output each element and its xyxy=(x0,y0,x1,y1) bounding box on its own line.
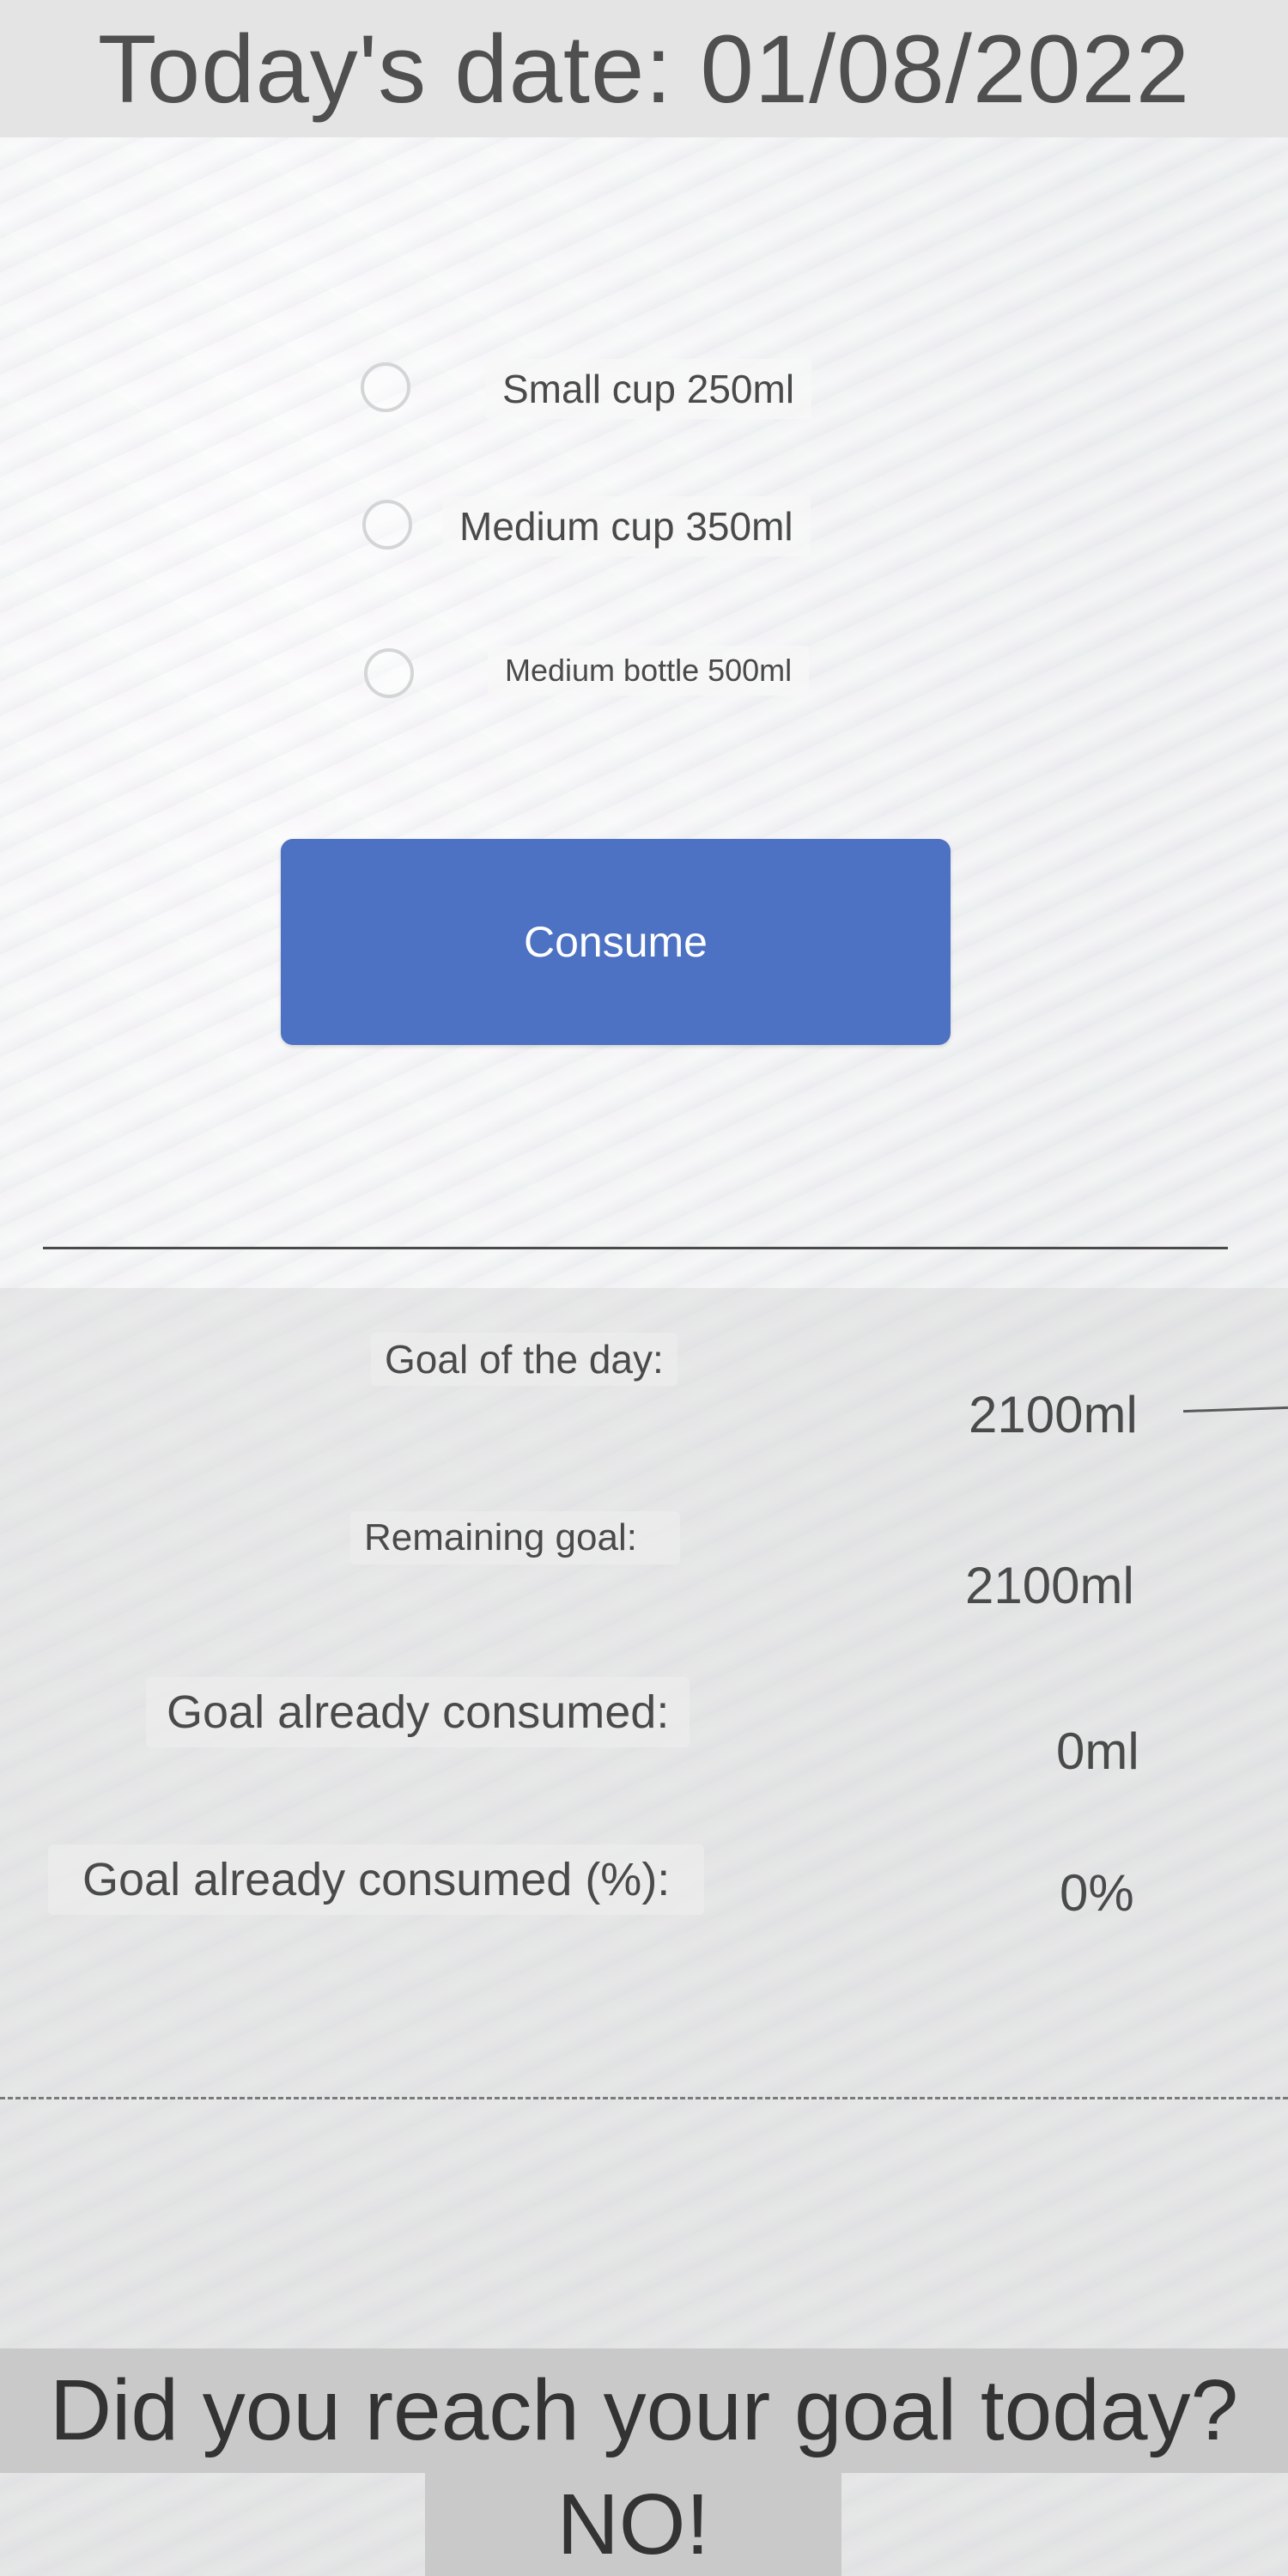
option-medium-cup[interactable] xyxy=(362,500,412,550)
consume-button[interactable]: Consume xyxy=(281,839,951,1045)
result-divider xyxy=(0,2097,1288,2099)
option-label-medium-cup[interactable]: Medium cup 350ml xyxy=(442,496,811,556)
goal-of-day-value: 2100ml xyxy=(969,1386,1138,1443)
option-small-cup[interactable] xyxy=(361,362,410,412)
goal-of-day-label: Goal of the day: xyxy=(371,1333,677,1386)
date-text: Today's date: 01/08/2022 xyxy=(97,15,1191,123)
radio-button-medium-bottle[interactable] xyxy=(364,648,414,698)
option-label-medium-bottle[interactable]: Medium bottle 500ml xyxy=(488,646,810,696)
goal-consumed-pct-value: 0% xyxy=(1060,1864,1134,1922)
goal-consumed-value: 0ml xyxy=(1056,1722,1139,1780)
result-question-banner: Did you reach your goal today? xyxy=(0,2348,1288,2473)
section-divider xyxy=(43,1247,1228,1249)
result-answer-text: NO! xyxy=(556,2476,710,2573)
option-label-small-cup[interactable]: Small cup 250ml xyxy=(485,359,812,419)
date-header: Today's date: 01/08/2022 xyxy=(0,0,1288,137)
goal-consumed-label: Goal already consumed: xyxy=(146,1677,690,1747)
option-medium-bottle[interactable] xyxy=(364,648,414,698)
radio-button-small-cup[interactable] xyxy=(361,362,410,412)
radio-button-medium-cup[interactable] xyxy=(362,500,412,550)
remaining-goal-label: Remaining goal: xyxy=(350,1511,680,1564)
result-question-text: Did you reach your goal today? xyxy=(49,2362,1239,2458)
result-answer-banner: NO! xyxy=(425,2473,841,2576)
goal-consumed-pct-label: Goal already consumed (%): xyxy=(48,1844,705,1915)
remaining-goal-value: 2100ml xyxy=(965,1557,1134,1614)
